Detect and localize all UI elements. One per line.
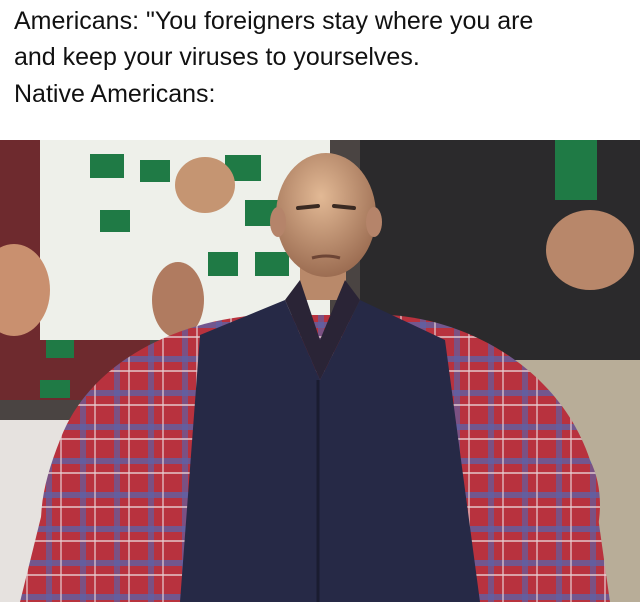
meme-caption: Americans: "You foreigners stay where yo… [0,0,640,140]
caption-line-1: Americans: "You foreigners stay where yo… [14,7,534,35]
raised-hand [175,157,235,213]
clasped-hands-right [546,210,634,290]
ear-right [366,207,382,237]
caption-line-3: Native Americans: [14,80,216,108]
green-accent-right [555,140,597,200]
caption-line-2: and keep your viruses to yourselves. [14,43,420,71]
head [276,153,376,277]
meme-photo [0,140,640,602]
ear-left [270,207,286,237]
